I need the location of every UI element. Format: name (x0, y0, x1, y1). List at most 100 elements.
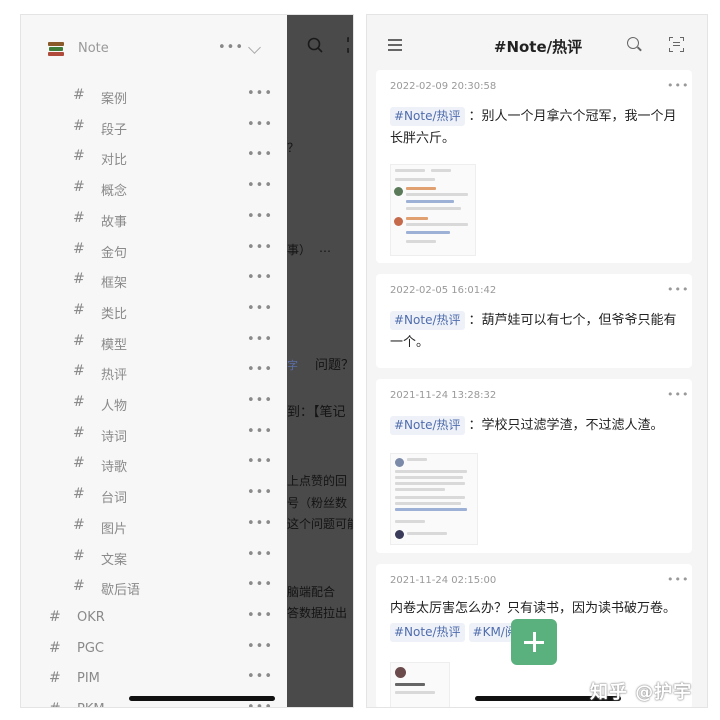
memo-timestamp: 2022-02-09 20:30:58 (390, 81, 497, 92)
more-icon[interactable]: ••• (247, 639, 273, 654)
more-icon[interactable]: ••• (247, 608, 273, 623)
tag-item[interactable]: # 概念 ••• (21, 173, 287, 203)
notebook-title: Note (78, 41, 109, 56)
more-icon[interactable]: ••• (247, 147, 273, 162)
more-icon[interactable]: ••• (247, 117, 273, 132)
tag-item[interactable]: # 文案 ••• (21, 542, 287, 572)
hash-icon: # (73, 394, 85, 410)
more-icon[interactable]: ••• (667, 79, 689, 92)
hash-icon: # (73, 240, 85, 257)
page-title: #Note/热评 (493, 38, 583, 56)
scan-icon[interactable] (669, 37, 684, 52)
tag-item[interactable]: # 故事 ••• (21, 204, 287, 234)
add-memo-button[interactable] (511, 619, 557, 665)
tag-label: 框架 (101, 276, 128, 292)
tag-item[interactable]: # 图片 ••• (21, 511, 287, 541)
more-icon[interactable]: ••• (247, 86, 273, 101)
hash-icon: # (73, 301, 85, 318)
more-icon[interactable]: ••• (247, 547, 273, 562)
tag-chip[interactable]: #Note/热评 (390, 107, 465, 126)
background-text: 问题？ (315, 358, 354, 373)
tag-item[interactable]: # 类比 ••• (21, 296, 287, 326)
background-text: 事） (287, 243, 312, 257)
memo-timestamp: 2022-02-05 16:01:42 (390, 285, 497, 296)
hash-icon: # (73, 424, 85, 441)
more-icon[interactable]: ••• (667, 388, 689, 401)
tag-label: 段子 (101, 122, 128, 138)
more-icon[interactable]: ••• (247, 669, 273, 684)
hash-icon: # (73, 148, 85, 165)
more-icon[interactable]: ••• (247, 362, 273, 377)
memo-card[interactable]: 2022-02-09 20:30:58 ••• #Note/热评 ：别人一个月拿六… (376, 70, 692, 263)
tag-label: PKM (77, 702, 105, 707)
background-text: ？ (287, 141, 300, 155)
memo-text: #Note/热评 ：学校只过滤学渣，不过滤人渣。 (390, 415, 682, 437)
more-icon[interactable]: ••• (247, 700, 273, 707)
hash-icon: # (73, 547, 85, 564)
more-icon[interactable]: ••• (247, 393, 273, 408)
more-icon[interactable]: ••• (247, 240, 273, 255)
tag-label: 模型 (101, 337, 128, 353)
tag-item[interactable]: # 框架 ••• (21, 265, 287, 295)
screenshot-thumbnail[interactable] (390, 662, 450, 707)
tag-label: 故事 (101, 214, 128, 230)
more-icon[interactable]: ••• (247, 332, 273, 347)
background-tag: 字 (287, 359, 298, 372)
more-icon[interactable]: ••• (247, 454, 273, 469)
tag-label: 热评 (101, 368, 128, 384)
tag-item[interactable]: # 对比 ••• (21, 142, 287, 172)
more-icon[interactable]: ••• (247, 301, 273, 316)
tag-label: PIM (77, 671, 100, 687)
more-icon[interactable]: ••• (247, 485, 273, 500)
more-icon[interactable]: ••• (247, 577, 273, 592)
dimmed-background-page[interactable]: ？ 事） … 字 问题？ 到：【笔记 上点赞的回 号（粉丝数 这个问题可能 脑端… (287, 15, 354, 707)
hash-icon: # (73, 209, 85, 226)
more-icon[interactable]: ••• (247, 209, 273, 224)
tag-item[interactable]: # 案例 ••• (21, 81, 287, 111)
home-indicator[interactable] (129, 696, 275, 701)
memo-card[interactable]: 2022-02-05 16:01:42 ••• #Note/热评 ：葫芦娃可以有七… (376, 274, 692, 368)
background-text: 答数据拉出 (287, 606, 348, 620)
tag-item[interactable]: # 热评 ••• (21, 357, 287, 387)
root-tag-item[interactable]: # OKR ••• (21, 603, 287, 633)
tag-label: 文案 (101, 552, 128, 568)
top-bar: #Note/热评 (367, 15, 707, 67)
more-icon[interactable]: ••• (247, 178, 273, 193)
tag-chip[interactable]: #Note/热评 (390, 623, 465, 642)
tag-chip[interactable]: #Note/热评 (390, 416, 465, 435)
tag-item[interactable]: # 诗词 ••• (21, 419, 287, 449)
search-icon[interactable] (627, 37, 642, 52)
more-icon[interactable]: ••• (218, 40, 244, 55)
tag-item[interactable]: # 歇后语 ••• (21, 572, 287, 602)
tag-item[interactable]: # 台词 ••• (21, 480, 287, 510)
memo-timestamp: 2021-11-24 13:28:32 (390, 390, 497, 401)
root-tag-item[interactable]: # PIM ••• (21, 664, 287, 694)
chevron-down-icon[interactable] (248, 41, 261, 54)
right-phone-screen: #Note/热评 2022-02-09 20:30:58 ••• #Note/热… (366, 14, 708, 708)
screenshot-thumbnail[interactable] (390, 164, 476, 256)
more-icon[interactable]: ••• (247, 270, 273, 285)
screenshot-thumbnail[interactable] (390, 453, 478, 545)
tag-item[interactable]: # 段子 ••• (21, 112, 287, 142)
more-icon[interactable]: ••• (667, 573, 689, 586)
memo-card[interactable]: 2021-11-24 13:28:32 ••• #Note/热评 ：学校只过滤学渣… (376, 379, 692, 553)
hash-icon: # (73, 516, 85, 533)
memo-text: #Note/热评 ：别人一个月拿六个冠军，我一个月长胖六斤。 (390, 106, 682, 150)
tag-label: 台词 (101, 491, 128, 507)
more-icon[interactable]: ••• (247, 516, 273, 531)
hash-icon: # (73, 578, 85, 595)
tag-label: 类比 (101, 306, 128, 322)
background-text: 号（粉丝数 (287, 496, 348, 510)
hash-icon: # (73, 87, 85, 103)
tag-chip[interactable]: #Note/热评 (390, 311, 465, 330)
tag-item[interactable]: # 人物 ••• (21, 388, 287, 418)
hash-icon: # (73, 455, 85, 472)
more-icon[interactable]: ••• (667, 283, 689, 296)
tag-item[interactable]: # 模型 ••• (21, 327, 287, 357)
root-tag-item[interactable]: # PGC ••• (21, 634, 287, 664)
more-icon[interactable]: ••• (247, 424, 273, 439)
tag-item[interactable]: # 诗歌 ••• (21, 449, 287, 479)
tag-item[interactable]: # 金句 ••• (21, 235, 287, 265)
memo-timestamp: 2021-11-24 02:15:00 (390, 575, 497, 586)
tag-label: 诗歌 (101, 460, 128, 476)
